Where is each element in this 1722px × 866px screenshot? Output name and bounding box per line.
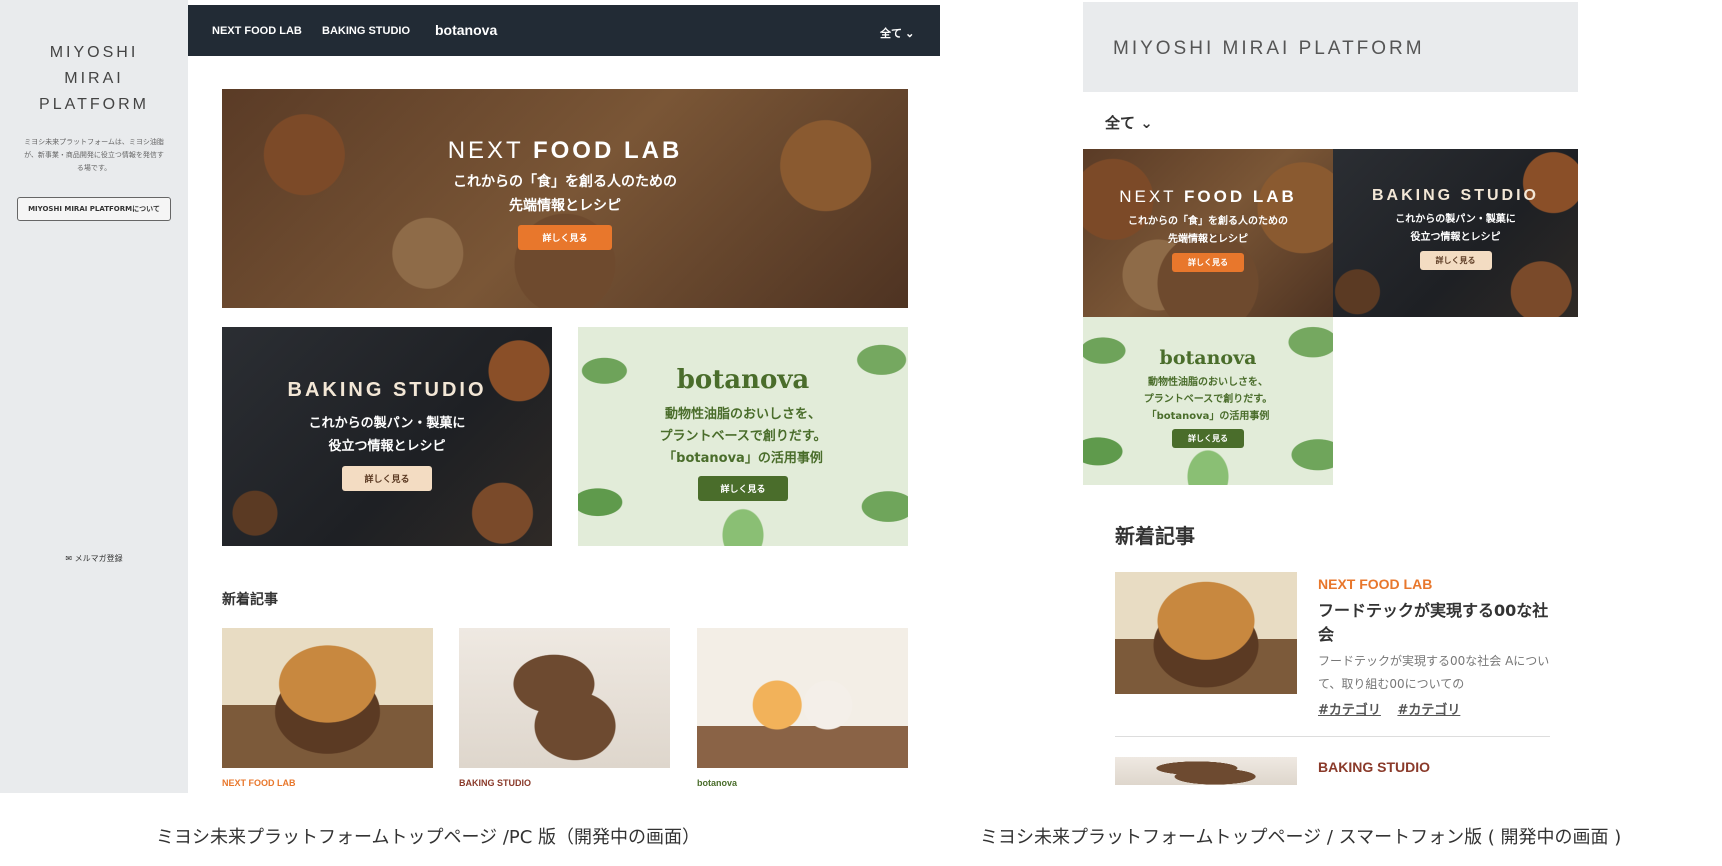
article-category[interactable]: NEXT FOOD LAB xyxy=(222,778,296,788)
news-heading: 新着記事 xyxy=(222,592,278,608)
banner-title-light: NEXT xyxy=(1119,187,1184,206)
nav-item-baking-studio[interactable]: BAKING STUDIO xyxy=(322,25,410,37)
banner-title: botanova xyxy=(676,365,810,395)
banner-line1: これからの「食」を創る人のための xyxy=(1128,216,1288,227)
sidebar-brand-logo[interactable]: MIYOSHI MIRAI PLATFORM xyxy=(0,40,188,118)
tag-link[interactable]: #カテゴリ xyxy=(1397,703,1460,718)
phone-brand-logo[interactable]: MIYOSHI MIRAI PLATFORM xyxy=(1113,38,1425,60)
banner-line1: 動物性油脂のおいしさを、 xyxy=(1148,377,1268,388)
about-button[interactable]: MIYOSHI MIRAI PLATFORMについて xyxy=(17,197,171,221)
banner-detail-button[interactable]: 詳しく見る xyxy=(1419,251,1492,270)
article-category[interactable]: NEXT FOOD LAB xyxy=(1318,576,1432,592)
tag-link[interactable]: #カテゴリ xyxy=(1318,703,1381,718)
banner-detail-button[interactable]: 詳しく見る xyxy=(1172,429,1244,448)
chevron-down-icon: ⌄ xyxy=(1140,114,1153,132)
banner-line1: これからの「食」を創る人のための xyxy=(453,174,677,190)
article-category[interactable]: BAKING STUDIO xyxy=(459,778,531,788)
pc-screenshot: MIYOSHI MIRAI PLATFORM ミヨシ未来プラットフォームは、ミヨ… xyxy=(0,0,940,793)
caption-pc: ミヨシ未来プラットフォームトップページ /PC 版（開発中の画面） xyxy=(156,827,701,848)
banner-title: BAKING STUDIO xyxy=(287,379,487,401)
sidebar-description: ミヨシ未来プラットフォームは、ミヨシ油脂が、新事業・商品開発に役立つ情報を発信す… xyxy=(24,138,164,172)
article-thumbnail[interactable] xyxy=(222,628,433,768)
banner-title-light: NEXT xyxy=(447,137,533,164)
banner-botanova[interactable]: botanova 動物性油脂のおいしさを、 プラントベースで創りだす。 「bot… xyxy=(1083,317,1333,485)
divider xyxy=(1115,736,1550,737)
nav-item-next-food-lab[interactable]: NEXT FOOD LAB xyxy=(212,25,302,37)
banner-baking-studio[interactable]: BAKING STUDIO これからの製パン・製菓に 役立つ情報とレシピ 詳しく… xyxy=(1333,149,1578,317)
banner-detail-button[interactable]: 詳しく見る xyxy=(342,466,432,491)
filter-label: 全て xyxy=(880,28,902,40)
banner-detail-button[interactable]: 詳しく見る xyxy=(1172,253,1244,272)
banner-title: BAKING STUDIO xyxy=(1372,187,1539,204)
banner-line3: 「botanova」の活用事例 xyxy=(1146,411,1270,422)
article-tags: #カテゴリ #カテゴリ xyxy=(1318,699,1472,718)
banner-line2: 先端情報とレシピ xyxy=(1168,234,1248,245)
top-nav: NEXT FOOD LAB BAKING STUDIO botanova 全て … xyxy=(188,5,940,56)
banner-line2: プラントベースで創りだす。 xyxy=(659,429,827,444)
news-heading: 新着記事 xyxy=(1115,524,1195,548)
banner-next-food-lab[interactable]: NEXT FOOD LAB これからの「食」を創る人のための 先端情報とレシピ … xyxy=(1083,149,1333,317)
article-thumbnail[interactable] xyxy=(1115,572,1297,694)
article-category[interactable]: BAKING STUDIO xyxy=(1318,759,1430,775)
banner-line1: これからの製パン・製菓に xyxy=(308,416,466,431)
mail-icon: ✉ xyxy=(65,554,73,563)
banner-line3: 「botanova」の活用事例 xyxy=(663,451,823,466)
banner-detail-button[interactable]: 詳しく見る xyxy=(698,476,788,501)
banner-title: botanova xyxy=(1159,347,1257,369)
banner-line2: 役立つ情報とレシピ xyxy=(328,439,446,454)
banner-line2: 先端情報とレシピ xyxy=(509,198,621,214)
banner-line1: これからの製パン・製菓に xyxy=(1395,214,1516,225)
filter-dropdown[interactable]: 全て ⌄ xyxy=(1105,112,1153,133)
caption-phone: ミヨシ未来プラットフォームトップページ / スマートフォン版 ( 開発中の画面 … xyxy=(980,827,1622,848)
article-title[interactable]: フードテックが実現する00な社会 xyxy=(1318,599,1563,647)
banner-title-bold: FOOD LAB xyxy=(532,137,683,164)
article-category[interactable]: botanova xyxy=(697,778,737,788)
newsletter-link[interactable]: ✉ メルマガ登録 xyxy=(0,553,188,564)
article-excerpt: フードテックが実現する00な社会 Aについて、取り組む00についての xyxy=(1318,654,1550,691)
phone-header: MIYOSHI MIRAI PLATFORM xyxy=(1083,2,1578,92)
banner-title: NEXT FOOD LAB xyxy=(222,137,908,165)
main-content: NEXT FOOD LAB これからの「食」を創る人のための 先端情報とレシピ … xyxy=(188,56,940,793)
banner-line1: 動物性油脂のおいしさを、 xyxy=(664,407,821,422)
banner-next-food-lab[interactable]: NEXT FOOD LAB これからの「食」を創る人のための 先端情報とレシピ … xyxy=(222,89,908,308)
filter-dropdown[interactable]: 全て ⌄ xyxy=(880,25,914,41)
chevron-down-icon: ⌄ xyxy=(905,28,915,40)
filter-label: 全て xyxy=(1105,114,1136,132)
banner-baking-studio[interactable]: BAKING STUDIO これからの製パン・製菓に 役立つ情報とレシピ 詳しく… xyxy=(222,327,552,546)
newsletter-label: メルマガ登録 xyxy=(74,554,123,563)
phone-screenshot: MIYOSHI MIRAI PLATFORM 全て ⌄ NEXT FOOD LA… xyxy=(1083,2,1578,785)
sidebar: MIYOSHI MIRAI PLATFORM ミヨシ未来プラットフォームは、ミヨ… xyxy=(0,0,188,793)
banner-title: NEXT FOOD LAB xyxy=(1083,187,1333,207)
article-thumbnail[interactable] xyxy=(697,628,908,768)
banner-title-bold: FOOD LAB xyxy=(1183,187,1297,206)
article-thumbnail[interactable] xyxy=(1115,757,1297,785)
banner-botanova[interactable]: botanova 動物性油脂のおいしさを、 プラントベースで創りだす。 「bot… xyxy=(578,327,908,546)
banner-line2: 役立つ情報とレシピ xyxy=(1410,232,1501,243)
nav-item-botanova[interactable]: botanova xyxy=(435,22,497,38)
article-thumbnail[interactable] xyxy=(459,628,670,768)
banner-detail-button[interactable]: 詳しく見る xyxy=(518,225,612,250)
banner-line2: プラントベースで創りだす。 xyxy=(1143,394,1273,405)
